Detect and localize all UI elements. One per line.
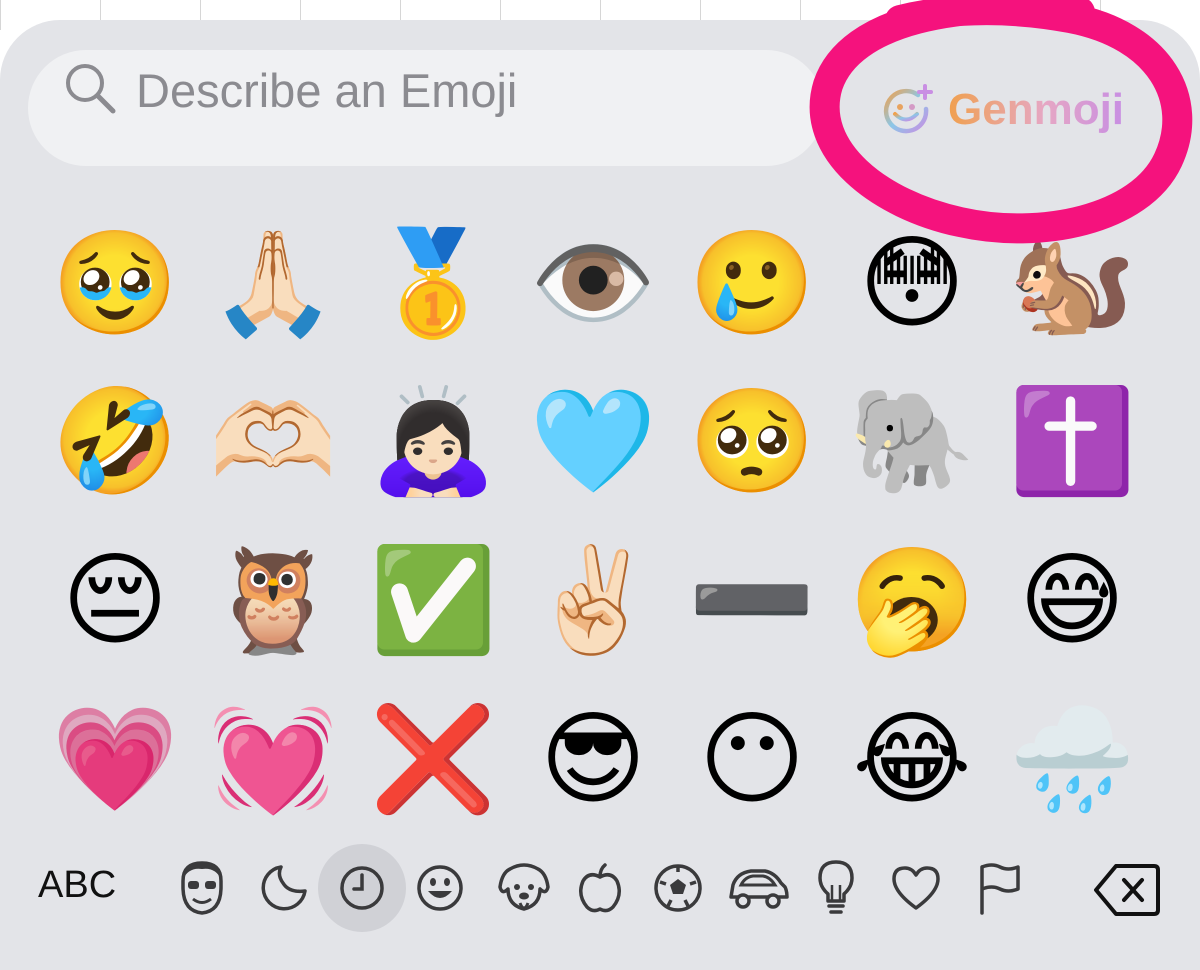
category-bar: ABC <box>0 0 1200 970</box>
tab-recents[interactable] <box>318 844 406 932</box>
clock-icon <box>340 866 384 910</box>
tab-smileys[interactable] <box>404 852 476 924</box>
memoji-face-icon <box>181 861 223 915</box>
abc-key[interactable]: ABC <box>38 864 116 914</box>
sticker-icon <box>261 865 307 911</box>
smiley-icon <box>417 865 463 911</box>
tab-food[interactable] <box>564 852 636 924</box>
tab-stickers[interactable] <box>248 852 320 924</box>
lightbulb-icon <box>818 860 854 914</box>
tab-symbols[interactable] <box>880 852 952 924</box>
car-icon <box>729 869 789 909</box>
tab-memoji-stickers[interactable] <box>166 852 238 924</box>
flag-icon <box>980 863 1020 915</box>
tab-travel[interactable] <box>722 852 794 924</box>
soccer-ball-icon <box>654 864 702 912</box>
tab-activity[interactable] <box>642 852 714 924</box>
dog-icon <box>498 863 550 911</box>
tab-animals[interactable] <box>488 852 560 924</box>
apple-icon <box>579 863 621 913</box>
tab-objects[interactable] <box>800 852 872 924</box>
heart-icon <box>892 866 940 910</box>
tab-flags[interactable] <box>962 852 1034 924</box>
backspace-icon[interactable] <box>1092 860 1162 920</box>
